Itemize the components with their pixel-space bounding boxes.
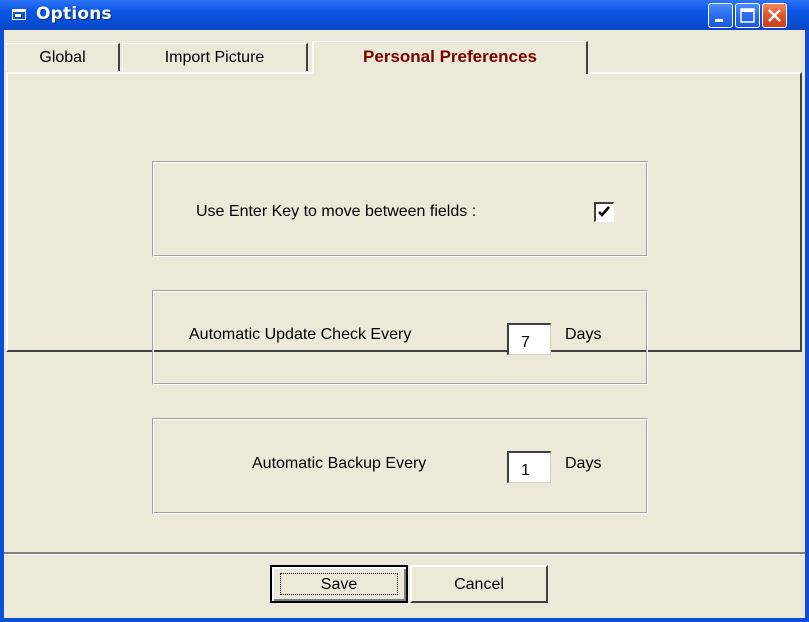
update-days-input[interactable] <box>507 323 551 355</box>
options-window: Options Global Import Picture Personal P… <box>0 0 809 622</box>
backup-days-unit: Days <box>565 455 602 472</box>
tab-personal-preferences[interactable]: Personal Preferences <box>312 41 588 74</box>
window-title: Options <box>36 4 112 24</box>
tab-import-picture[interactable]: Import Picture <box>122 43 308 71</box>
tab-global[interactable]: Global <box>6 43 120 71</box>
backup-label: Automatic Backup Every <box>252 455 427 472</box>
enter-key-checkbox[interactable] <box>594 202 614 222</box>
close-icon <box>768 9 781 22</box>
cancel-button-label: Cancel <box>454 576 504 593</box>
tab-personal-preferences-label: Personal Preferences <box>363 47 537 66</box>
tab-import-picture-label: Import Picture <box>164 49 265 66</box>
window-icon[interactable] <box>12 9 26 20</box>
minimize-icon <box>715 19 723 22</box>
enter-key-label: Use Enter Key to move between fields : <box>196 203 477 220</box>
backup-days-input[interactable] <box>507 451 551 483</box>
close-button[interactable] <box>762 3 787 28</box>
button-separator <box>4 552 805 555</box>
update-check-label: Automatic Update Check Every <box>189 326 412 343</box>
minimize-button[interactable] <box>708 3 733 28</box>
maximize-button[interactable] <box>735 3 760 28</box>
checkmark-icon <box>598 206 610 217</box>
title-bar[interactable]: Options <box>0 0 809 30</box>
update-days-unit: Days <box>565 326 602 343</box>
tab-global-label: Global <box>39 49 86 66</box>
save-button[interactable]: Save <box>270 565 408 603</box>
cancel-button[interactable]: Cancel <box>410 565 548 603</box>
focus-rectangle <box>280 573 398 595</box>
maximize-icon <box>740 8 755 23</box>
